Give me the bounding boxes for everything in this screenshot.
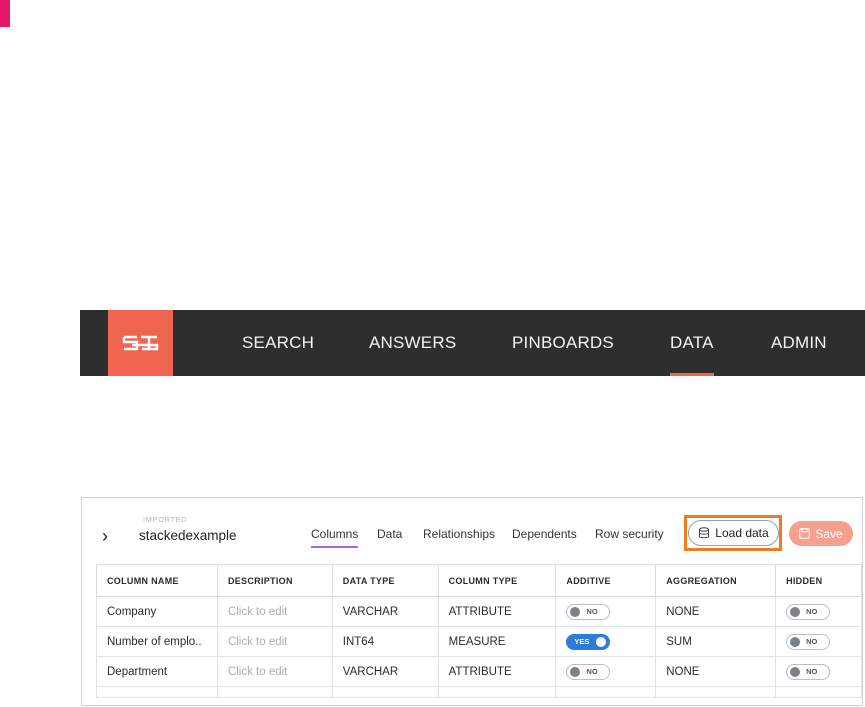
cell-column-name[interactable]: Company	[96, 596, 218, 627]
tab-row-security[interactable]: Row security	[595, 527, 664, 546]
cell-column-type[interactable]: ATTRIBUTE	[437, 596, 557, 627]
save-button[interactable]: Save	[789, 521, 853, 546]
toggle-label: YES	[574, 636, 590, 646]
table-header-row: COLUMN NAME DESCRIPTION DATA TYPE COLUMN…	[96, 564, 862, 597]
cell-additive: YES	[555, 626, 657, 657]
toggle-knob	[790, 636, 801, 647]
header-additive[interactable]: ADDITIVE	[555, 564, 657, 597]
additive-toggle[interactable]: YES	[566, 633, 611, 650]
load-data-label: Load data	[715, 526, 769, 540]
table-row: Company Click to edit VARCHAR ATTRIBUTE …	[96, 596, 862, 627]
top-nav-bar: SEARCH ANSWERS PINBOARDS DATA ADMIN	[80, 310, 865, 376]
nav-pinboards[interactable]: PINBOARDS	[512, 310, 614, 376]
toggle-label: NO	[806, 666, 818, 676]
additive-toggle[interactable]: NO	[566, 603, 611, 620]
empty-cell	[216, 686, 333, 698]
table-row: Department Click to edit VARCHAR ATTRIBU…	[96, 656, 862, 687]
empty-cell	[655, 686, 777, 698]
hidden-toggle[interactable]: NO	[786, 603, 831, 620]
cell-hidden: NO	[775, 596, 862, 627]
cell-additive: NO	[555, 596, 657, 627]
save-label: Save	[815, 526, 843, 541]
nav-admin[interactable]: ADMIN	[771, 310, 827, 376]
cell-description[interactable]: Click to edit	[216, 656, 333, 687]
toggle-label: NO	[586, 666, 598, 676]
table-detail-panel: › IMPORTED stackedexample Columns Data R…	[81, 497, 863, 706]
cell-aggregation[interactable]: SUM	[655, 626, 777, 657]
tab-data[interactable]: Data	[377, 527, 402, 546]
empty-cell	[775, 686, 862, 698]
cell-data-type[interactable]: VARCHAR	[331, 656, 439, 687]
toggle-label: NO	[586, 606, 598, 616]
tab-columns[interactable]: Columns	[311, 527, 359, 548]
toggle-knob	[790, 666, 801, 677]
toggle-knob	[790, 606, 801, 617]
cell-aggregation[interactable]: NONE	[655, 596, 777, 627]
cell-column-name[interactable]: Number of emplo..	[96, 626, 218, 657]
additive-toggle[interactable]: NO	[566, 663, 611, 680]
load-data-button[interactable]: Load data	[688, 520, 779, 546]
database-icon	[699, 527, 710, 539]
header-column-name[interactable]: COLUMN NAME	[96, 564, 218, 597]
cell-description[interactable]: Click to edit	[216, 596, 333, 627]
cell-column-name[interactable]: Department	[96, 656, 218, 687]
header-aggregation[interactable]: AGGREGATION	[655, 564, 777, 597]
save-icon	[799, 528, 811, 539]
tab-relationships[interactable]: Relationships	[423, 527, 495, 546]
toggle-knob	[570, 606, 581, 617]
toggle-knob	[570, 666, 581, 677]
app-logo[interactable]	[108, 310, 173, 376]
chevron-right-icon[interactable]: ›	[102, 527, 108, 545]
table-row-empty	[96, 686, 862, 698]
table-title: stackedexample	[139, 528, 237, 543]
hidden-toggle[interactable]: NO	[786, 633, 831, 650]
cell-data-type[interactable]: VARCHAR	[331, 596, 439, 627]
table-row: Number of emplo.. Click to edit INT64 ME…	[96, 626, 862, 657]
toggle-knob	[596, 636, 607, 647]
empty-cell	[331, 686, 439, 698]
toggle-label: NO	[806, 636, 818, 646]
header-hidden[interactable]: HIDDEN	[775, 564, 862, 597]
cell-hidden: NO	[775, 656, 862, 687]
cell-additive: NO	[555, 656, 657, 687]
toggle-label: NO	[806, 606, 818, 616]
columns-table: COLUMN NAME DESCRIPTION DATA TYPE COLUMN…	[96, 564, 862, 698]
header-description[interactable]: DESCRIPTION	[216, 564, 333, 597]
tab-dependents[interactable]: Dependents	[512, 527, 577, 546]
hidden-toggle[interactable]: NO	[786, 663, 831, 680]
corner-marker	[0, 0, 10, 27]
empty-cell	[437, 686, 557, 698]
nav-answers[interactable]: ANSWERS	[369, 310, 456, 376]
empty-cell	[96, 686, 218, 698]
cell-hidden: NO	[775, 626, 862, 657]
empty-cell	[555, 686, 657, 698]
header-column-type[interactable]: COLUMN TYPE	[437, 564, 557, 597]
logo-icon	[122, 335, 159, 351]
imported-label: IMPORTED	[143, 515, 188, 524]
nav-search[interactable]: SEARCH	[242, 310, 314, 376]
cell-column-type[interactable]: ATTRIBUTE	[437, 656, 557, 687]
cell-data-type[interactable]: INT64	[331, 626, 439, 657]
nav-data[interactable]: DATA	[670, 310, 714, 376]
cell-aggregation[interactable]: NONE	[655, 656, 777, 687]
cell-column-type[interactable]: MEASURE	[437, 626, 557, 657]
cell-description[interactable]: Click to edit	[216, 626, 333, 657]
header-data-type[interactable]: DATA TYPE	[331, 564, 439, 597]
